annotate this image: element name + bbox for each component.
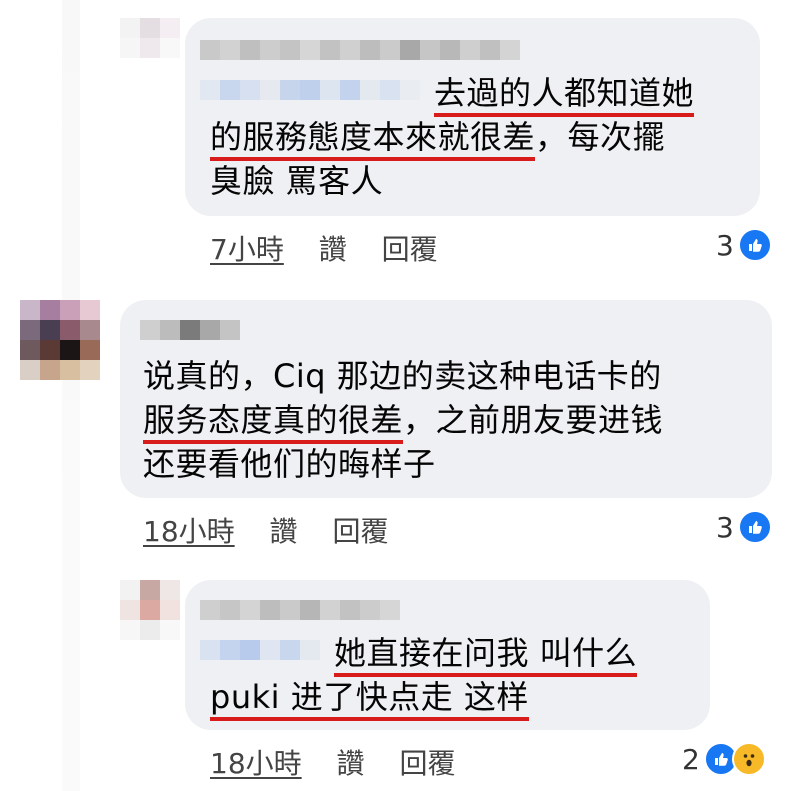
like-icon <box>737 228 772 262</box>
highlighted-text: 服务态度真的很差 <box>143 401 404 444</box>
like-icon <box>737 510 772 544</box>
blurred-text <box>200 80 420 100</box>
comment-text-line: 说真的，Ciq 那边的卖这种电话卡的 <box>143 357 662 395</box>
comment-text-line: puki 进了快点走 这样 <box>210 677 529 721</box>
comment-text-line: 她直接在问我 叫什么 <box>334 633 638 677</box>
avatar[interactable] <box>20 300 100 380</box>
avatar[interactable] <box>120 580 180 640</box>
comment-text-line: 臭臉 罵客人 <box>210 162 384 200</box>
highlighted-text: 她直接在问我 叫什么 <box>334 634 638 677</box>
thread-connector <box>62 0 80 791</box>
commenter-name-blurred[interactable] <box>200 600 400 620</box>
timestamp-link[interactable]: 18小時 <box>143 515 235 548</box>
comment-text-line: 还要看他们的晦样子 <box>143 445 436 483</box>
timestamp-link[interactable]: 7小時 <box>210 233 284 266</box>
like-button[interactable]: 讚 <box>337 747 365 780</box>
reaction-count: 3 <box>716 228 734 262</box>
like-button[interactable]: 讚 <box>270 515 298 548</box>
highlighted-text: puki 进了快点走 这样 <box>210 678 529 721</box>
reply-button[interactable]: 回覆 <box>382 233 438 266</box>
commenter-name-blurred[interactable] <box>140 320 240 340</box>
highlighted-text: 的服務態度本來就很差 <box>210 118 536 161</box>
comment-text-line: 服务态度真的很差，之前朋友要进钱 <box>143 400 663 444</box>
comment-text-line: 去過的人都知道她 <box>434 73 695 117</box>
reaction-count: 2 <box>682 742 700 776</box>
wow-icon <box>731 742 766 776</box>
reaction-count: 3 <box>716 510 734 544</box>
reaction-summary[interactable]: 2 <box>682 742 766 776</box>
avatar[interactable] <box>120 18 180 58</box>
commenter-name-blurred[interactable] <box>200 40 520 60</box>
reaction-summary[interactable]: 3 <box>716 228 772 262</box>
comment-actions: 18小時 讚 回覆 <box>210 742 481 782</box>
comment-actions: 18小時 讚 回覆 <box>143 510 414 550</box>
comment-actions: 7小時 讚 回覆 <box>210 228 464 268</box>
comment-text-line: 的服務態度本來就很差，每次擺 <box>210 117 665 161</box>
reaction-summary[interactable]: 3 <box>716 510 772 544</box>
timestamp-link[interactable]: 18小時 <box>210 747 302 780</box>
like-button[interactable]: 讚 <box>319 233 347 266</box>
reply-button[interactable]: 回覆 <box>399 747 455 780</box>
blurred-text <box>200 640 320 660</box>
highlighted-text: 去過的人都知道她 <box>434 74 695 117</box>
reply-button[interactable]: 回覆 <box>332 515 388 548</box>
